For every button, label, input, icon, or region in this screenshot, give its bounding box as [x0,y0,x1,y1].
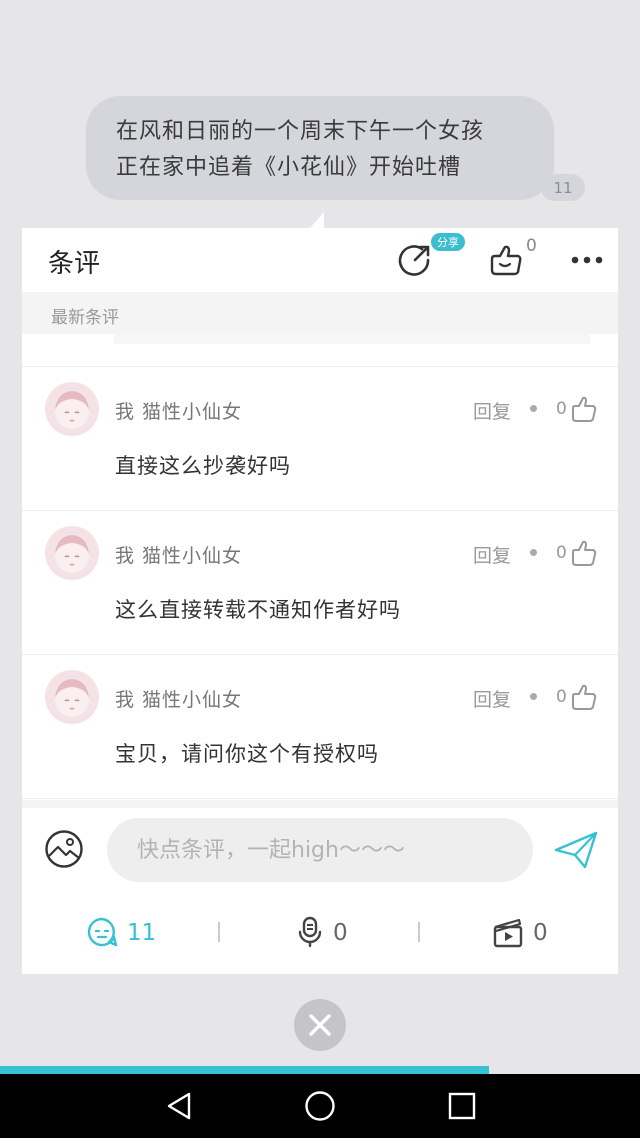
divider [22,654,618,655]
recents-icon[interactable] [448,1092,476,1120]
comment-like-icon[interactable] [570,395,598,423]
progress-bar [0,1066,640,1074]
panel-title: 条评 [48,249,101,279]
home-icon[interactable] [304,1090,336,1122]
comment-user[interactable]: 我 猫性小仙女 [115,397,242,424]
comment-input[interactable] [107,818,533,882]
comment-like-icon[interactable] [570,683,598,711]
separator-dot [530,549,537,556]
back-icon[interactable] [164,1091,194,1121]
like-icon[interactable] [488,243,524,277]
faint-strip [114,334,590,344]
like-count: 0 [526,236,537,256]
divider [22,510,618,511]
divider [22,798,618,799]
comment-text: 直接这么抄袭好吗 [115,454,291,478]
close-icon [309,1014,331,1036]
reply-button[interactable]: 回复 [473,541,511,568]
voice-count[interactable]: 0 [333,920,348,946]
progress-fill [0,1066,489,1074]
comment-user[interactable]: 我 猫性小仙女 [115,685,242,712]
comment-user[interactable]: 我 猫性小仙女 [115,541,242,568]
quote-comment-count: 11 [541,174,585,201]
divider [22,366,618,367]
video-icon[interactable] [492,916,524,948]
comment-like-count: 0 [556,399,567,419]
share-icon[interactable] [398,243,432,277]
comment-like-count: 0 [556,543,567,563]
panel-pointer [310,212,324,228]
share-badge[interactable]: 分享 [431,233,465,251]
separator-dot [530,405,537,412]
comment-text: 这么直接转载不通知作者好吗 [115,598,401,622]
comment-icon[interactable] [86,916,118,948]
stat-separator [418,922,420,942]
comment-like-icon[interactable] [570,539,598,567]
close-button[interactable] [294,999,346,1051]
separator-dot [530,693,537,700]
quote-bubble: 在风和日丽的一个周末下午一个女孩 正在家中追着《小花仙》开始吐槽 [86,96,554,200]
avatar[interactable] [45,670,99,724]
stat-separator [218,922,220,942]
reply-button[interactable]: 回复 [473,685,511,712]
avatar-illustration [55,679,89,717]
avatar[interactable] [45,382,99,436]
microphone-icon[interactable] [294,916,326,948]
video-count[interactable]: 0 [533,920,548,946]
quote-line-2: 正在家中追着《小花仙》开始吐槽 [116,155,462,180]
avatar-illustration [55,391,89,429]
comment-count[interactable]: 11 [127,920,156,946]
system-navigation-bar [0,1074,640,1138]
avatar-illustration [55,535,89,573]
send-icon[interactable] [553,830,599,870]
comment-text: 宝贝，请问你这个有授权吗 [115,742,379,766]
list-bottom-edge [22,800,618,808]
image-icon[interactable] [44,829,84,869]
more-icon[interactable] [570,254,604,266]
comment-like-count: 0 [556,687,567,707]
reply-button[interactable]: 回复 [473,397,511,424]
avatar[interactable] [45,526,99,580]
quote-line-1: 在风和日丽的一个周末下午一个女孩 [116,119,485,144]
section-label: 最新条评 [51,308,119,328]
